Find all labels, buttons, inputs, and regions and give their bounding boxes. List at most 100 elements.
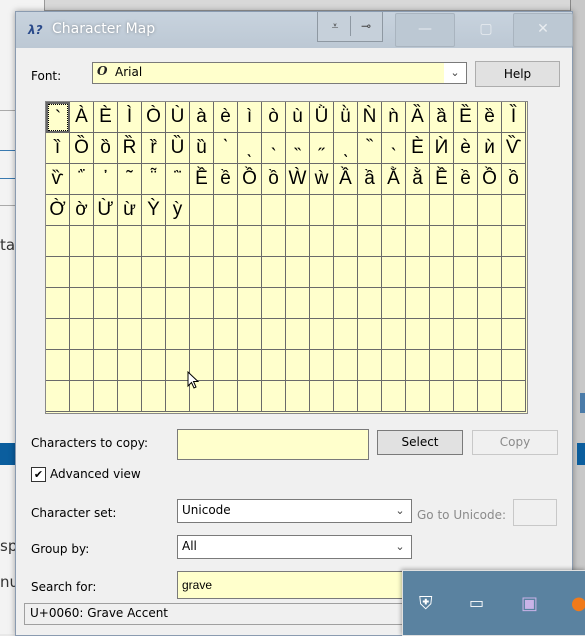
character-cell[interactable]: Ừ (94, 195, 118, 226)
title-bar[interactable]: λ? Character Map ⩡ ⊸ — ▢ ✕ (16, 12, 573, 48)
copy-button[interactable]: Copy (472, 430, 558, 455)
character-cell[interactable] (454, 195, 478, 226)
character-cell[interactable] (166, 288, 190, 319)
character-cell[interactable] (358, 226, 382, 257)
character-cell[interactable]: ờ (70, 195, 94, 226)
character-cell[interactable] (94, 288, 118, 319)
character-cell[interactable] (190, 257, 214, 288)
character-cell[interactable] (502, 288, 526, 319)
character-cell[interactable] (214, 288, 238, 319)
character-cell[interactable]: è (214, 102, 238, 133)
battery-plug-icon[interactable]: ▭ (469, 593, 484, 612)
character-cell[interactable] (118, 288, 142, 319)
character-cell[interactable] (358, 319, 382, 350)
character-cell[interactable] (262, 319, 286, 350)
character-cell[interactable] (142, 226, 166, 257)
character-cell[interactable] (334, 195, 358, 226)
character-cell[interactable] (382, 195, 406, 226)
maximize-button[interactable]: ▢ (456, 13, 516, 47)
character-cell[interactable] (382, 257, 406, 288)
character-cell[interactable] (454, 350, 478, 381)
pin-down-icon[interactable]: ⩡ (320, 16, 350, 36)
character-cell[interactable] (382, 288, 406, 319)
character-cell[interactable]: Ò (142, 102, 166, 133)
windows-security-icon[interactable]: ⛨ (419, 593, 433, 614)
character-cell[interactable]: ` (46, 102, 70, 133)
character-cell[interactable] (382, 381, 406, 412)
character-cell[interactable]: ỳ (166, 195, 190, 226)
character-cell[interactable] (478, 226, 502, 257)
character-cell[interactable]: ề (214, 164, 238, 195)
character-cell[interactable]: Ȅ (454, 102, 478, 133)
character-cell[interactable] (118, 257, 142, 288)
character-cell[interactable] (286, 226, 310, 257)
character-cell[interactable] (502, 195, 526, 226)
character-cell[interactable] (286, 381, 310, 412)
character-cell[interactable] (94, 381, 118, 412)
character-cell[interactable] (238, 195, 262, 226)
character-cell[interactable] (94, 319, 118, 350)
go-to-unicode-input[interactable] (513, 499, 557, 526)
character-cell[interactable] (262, 257, 286, 288)
character-cell[interactable] (46, 288, 70, 319)
character-cell[interactable] (70, 288, 94, 319)
character-cell[interactable]: ῀ (118, 164, 142, 195)
character-cell[interactable]: Ì (118, 102, 142, 133)
character-cell[interactable] (262, 226, 286, 257)
character-cell[interactable] (430, 257, 454, 288)
character-cell[interactable]: Ề (190, 164, 214, 195)
character-cell[interactable] (166, 226, 190, 257)
character-cell[interactable]: ȁ (430, 102, 454, 133)
character-cell[interactable]: Ȑ (118, 133, 142, 164)
character-cell[interactable] (142, 257, 166, 288)
character-cell[interactable] (310, 257, 334, 288)
font-dropdown[interactable]: O Arial ⌄ (92, 62, 467, 84)
character-cell[interactable] (214, 195, 238, 226)
character-cell[interactable] (382, 350, 406, 381)
character-cell[interactable] (478, 257, 502, 288)
character-cell[interactable] (334, 350, 358, 381)
character-cell[interactable]: ȕ (190, 133, 214, 164)
character-cell[interactable]: Ȉ (502, 102, 526, 133)
character-cell[interactable]: ѷ (46, 164, 70, 195)
character-cell[interactable] (46, 381, 70, 412)
character-cell[interactable] (478, 381, 502, 412)
character-cell[interactable] (358, 381, 382, 412)
character-cell[interactable] (238, 381, 262, 412)
character-cell[interactable]: ǜ (334, 102, 358, 133)
character-cell[interactable] (166, 257, 190, 288)
character-cell[interactable]: ѝ (478, 133, 502, 164)
character-cell[interactable] (262, 381, 286, 412)
character-cell[interactable]: Ỳ (142, 195, 166, 226)
character-cell[interactable] (70, 257, 94, 288)
character-cell[interactable] (142, 381, 166, 412)
select-button[interactable]: Select (377, 430, 463, 455)
character-cell[interactable]: ˴ (382, 133, 406, 164)
character-cell[interactable]: ề (454, 164, 478, 195)
character-cell[interactable]: ì (238, 102, 262, 133)
character-cell[interactable] (46, 350, 70, 381)
character-cell[interactable]: ẁ (310, 164, 334, 195)
character-grid[interactable]: `ÀÈÌÒÙàèìòùǛǜǸǹȀȁȄȅȈȉȌȍȐȑȔȕˋˎ˴˵˶̖̏˴ЀЍѐѝѶ… (45, 101, 528, 414)
character-cell[interactable] (238, 350, 262, 381)
character-cell[interactable] (382, 226, 406, 257)
character-cell[interactable]: ù (286, 102, 310, 133)
character-cell[interactable] (286, 195, 310, 226)
help-button[interactable]: Help (475, 61, 560, 87)
character-cell[interactable] (46, 226, 70, 257)
character-cell[interactable] (262, 350, 286, 381)
character-cell[interactable] (190, 195, 214, 226)
character-cell[interactable] (262, 288, 286, 319)
minimize-button[interactable]: — (395, 13, 455, 47)
character-cell[interactable] (214, 319, 238, 350)
character-cell[interactable] (454, 319, 478, 350)
character-cell[interactable] (430, 195, 454, 226)
character-cell[interactable] (238, 257, 262, 288)
character-cell[interactable] (286, 288, 310, 319)
character-cell[interactable] (118, 319, 142, 350)
character-cell[interactable] (358, 350, 382, 381)
character-cell[interactable] (238, 288, 262, 319)
character-cell[interactable]: ồ (502, 164, 526, 195)
character-cell[interactable]: ằ (406, 164, 430, 195)
character-cell[interactable] (454, 226, 478, 257)
